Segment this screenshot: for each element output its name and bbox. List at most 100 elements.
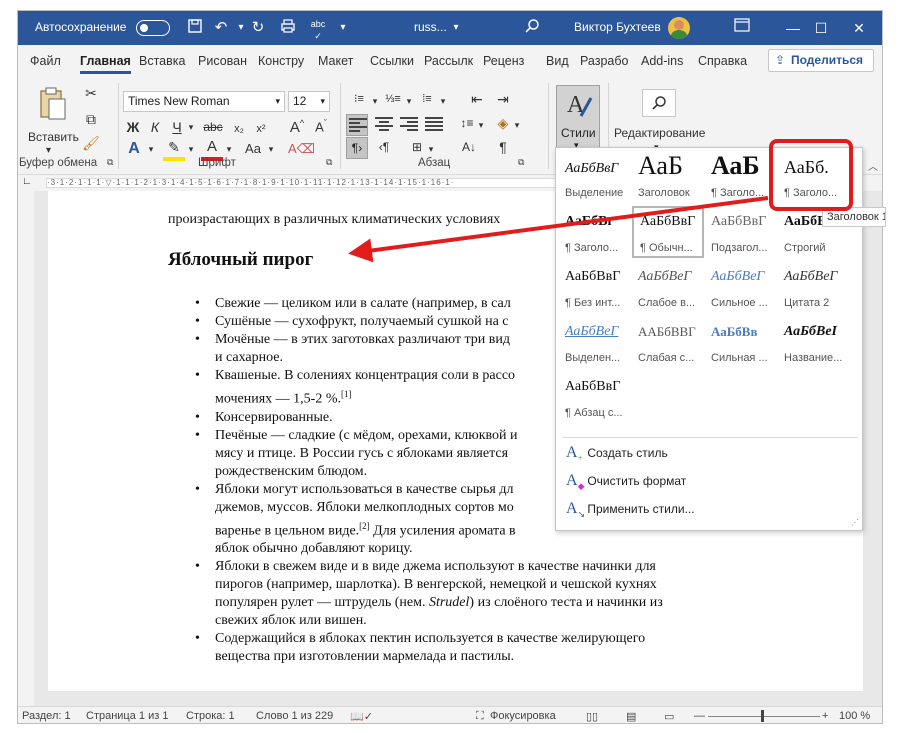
footnote-ref[interactable]: [1] xyxy=(341,389,352,399)
bullets-dropdown-icon[interactable]: ▾ xyxy=(370,91,380,113)
rtl-button[interactable]: ‹¶ xyxy=(373,137,395,159)
share-button[interactable]: Поделиться xyxy=(768,49,874,72)
apply-styles-button[interactable]: A↘ Применить стили... xyxy=(566,500,695,520)
tab-selector-icon[interactable]: ∟ xyxy=(22,176,32,187)
shading-dropdown-icon[interactable]: ▾ xyxy=(512,115,522,137)
grow-font-icon[interactable]: A^ xyxy=(286,113,308,136)
tab-draw[interactable]: Рисован xyxy=(198,54,247,68)
paragraph-launcher-icon[interactable]: ⧉ xyxy=(518,157,524,168)
tab-addins[interactable]: Add-ins xyxy=(641,54,683,68)
zoom-slider-thumb[interactable] xyxy=(761,710,764,722)
status-line[interactable]: Строка: 1 xyxy=(186,710,235,722)
multilevel-dropdown-icon[interactable]: ▾ xyxy=(438,91,448,113)
multilevel-list-icon[interactable]: ⁞≡ xyxy=(416,89,438,111)
clear-formatting-button[interactable]: A◆ Очистить формат xyxy=(566,472,686,492)
tab-references[interactable]: Ссылки xyxy=(370,54,414,68)
autosave-toggle[interactable] xyxy=(136,20,170,36)
cut-icon[interactable]: ✂ xyxy=(80,83,102,105)
numbering-dropdown-icon[interactable]: ▾ xyxy=(404,91,414,113)
zoom-slider[interactable] xyxy=(708,716,820,717)
line-spacing-dropdown-icon[interactable]: ▾ xyxy=(476,115,486,137)
clipboard-launcher-icon[interactable]: ⧉ xyxy=(107,157,113,168)
decrease-indent-icon[interactable]: ⇤ xyxy=(466,89,488,111)
style-list-paragraph[interactable]: АаБбВвГ ¶ Абзац с... xyxy=(559,371,631,423)
align-right-button[interactable] xyxy=(398,114,420,136)
tab-file[interactable]: Файл xyxy=(30,54,61,68)
heading-apple-pie[interactable]: Яблочный пирог xyxy=(168,249,313,271)
zoom-out-icon[interactable]: — xyxy=(694,710,705,722)
highlight-icon[interactable]: ✎ xyxy=(163,137,185,161)
style-subtle-reference[interactable]: ААБбВВГ Слабая с... xyxy=(632,316,704,368)
superscript-button[interactable]: x² xyxy=(252,119,270,141)
change-case-dropdown-icon[interactable]: ▾ xyxy=(266,139,276,161)
undo-icon[interactable]: ↶ xyxy=(211,18,231,38)
numbering-icon[interactable]: ⅓≡ xyxy=(382,89,404,111)
tab-review[interactable]: Реценз xyxy=(483,54,524,68)
focus-button[interactable]: Фокусировка xyxy=(490,710,556,722)
style-normal[interactable]: АаБбВвГ ¶ Обычн... xyxy=(632,206,704,258)
doc-name-dropdown-icon[interactable]: ▾ xyxy=(446,18,466,38)
align-center-button[interactable] xyxy=(373,114,395,136)
style-intense-reference[interactable]: АаБбВв Сильная ... xyxy=(705,316,777,368)
style-intense-emphasis[interactable]: АаБбВеГ Сильное ... xyxy=(705,261,777,313)
web-layout-icon[interactable]: ▭ xyxy=(664,710,674,723)
borders-icon[interactable]: ⊞ xyxy=(406,137,428,159)
style-title[interactable]: АаБ Заголовок xyxy=(632,151,704,203)
document-name[interactable]: russ... xyxy=(414,20,447,34)
focus-icon[interactable]: ⛶ xyxy=(476,710,484,723)
create-style-button[interactable]: A+ Создать стиль xyxy=(566,444,668,463)
ribbon-display-icon[interactable] xyxy=(732,18,752,38)
highlight-dropdown-icon[interactable]: ▾ xyxy=(186,139,196,161)
status-section[interactable]: Раздел: 1 xyxy=(22,710,71,722)
show-formatting-button[interactable]: ¶ xyxy=(492,137,514,159)
proofing-icon[interactable]: 📖✓ xyxy=(350,710,373,723)
format-painter-icon[interactable]: 🖌 xyxy=(80,133,102,155)
strikethrough-button[interactable]: abc xyxy=(200,117,226,139)
style-book-title[interactable]: АаБбВеІ Название... xyxy=(778,316,850,368)
read-mode-icon[interactable]: ▯▯ xyxy=(586,710,598,723)
tab-help[interactable]: Справка xyxy=(698,54,747,68)
tab-developer[interactable]: Разрабо xyxy=(580,54,628,68)
tab-design[interactable]: Констру xyxy=(258,54,304,68)
tab-layout[interactable]: Макет xyxy=(318,54,353,68)
style-subtle-emphasis[interactable]: АаБбВеГ Слабое в... xyxy=(632,261,704,313)
style-no-spacing[interactable]: АаБбВвГ ¶ Без инт... xyxy=(559,261,631,313)
editing-button[interactable]: Редактирование xyxy=(614,123,705,145)
tab-insert[interactable]: Вставка xyxy=(139,54,185,68)
tab-home[interactable]: Главная xyxy=(80,54,131,74)
text-effects-icon[interactable]: A xyxy=(124,139,144,161)
bullets-icon[interactable]: ⁝≡ xyxy=(348,89,370,111)
justify-button[interactable] xyxy=(423,114,445,136)
shading-icon[interactable]: ◈ xyxy=(492,113,514,135)
close-icon[interactable]: ✕ xyxy=(836,11,882,45)
user-avatar[interactable] xyxy=(668,17,690,39)
ribbon-collapse-icon[interactable]: ︿ xyxy=(868,158,878,173)
ltr-button[interactable]: ¶› xyxy=(346,137,368,159)
paste-icon[interactable] xyxy=(34,85,70,125)
save-icon[interactable] xyxy=(185,18,205,38)
resize-grip-icon[interactable]: ⋰ xyxy=(851,518,859,527)
subscript-button[interactable]: x₂ xyxy=(230,119,248,141)
style-heading-2[interactable]: АаБбВı ¶ Заголо... xyxy=(559,206,631,258)
vertical-ruler[interactable] xyxy=(18,191,34,706)
style-heading-1-bold[interactable]: АаБ ¶ Заголо... xyxy=(705,151,777,203)
clear-formatting-icon[interactable]: A⌫ xyxy=(288,139,315,161)
tab-view[interactable]: Вид xyxy=(546,54,569,68)
style-intense-quote[interactable]: АаБбВеГ Выделен... xyxy=(559,316,631,368)
bold-button[interactable]: Ж xyxy=(124,117,142,139)
style-quote-2[interactable]: АаБбВеГ Цитата 2 xyxy=(778,261,850,313)
spelling-icon[interactable]: abc ✓ xyxy=(308,18,328,41)
align-left-button[interactable] xyxy=(346,114,368,136)
copy-icon[interactable]: ⧉ xyxy=(80,109,102,131)
style-emphasis[interactable]: АаБбВвГ Выделение xyxy=(559,151,631,203)
sort-icon[interactable]: A↓ xyxy=(458,137,480,159)
tab-mailings[interactable]: Рассылк xyxy=(424,54,473,68)
zoom-level[interactable]: 100 % xyxy=(839,710,870,722)
redo-icon[interactable]: ↻ xyxy=(248,18,268,38)
font-launcher-icon[interactable]: ⧉ xyxy=(326,157,332,168)
status-words[interactable]: Слово 1 из 229 xyxy=(256,710,333,722)
text-effects-dropdown-icon[interactable]: ▾ xyxy=(146,139,156,161)
change-case-icon[interactable]: Aa xyxy=(240,139,266,161)
paste-button[interactable]: Вставить xyxy=(28,127,79,149)
customize-qat-icon[interactable]: ▾ xyxy=(333,18,353,38)
